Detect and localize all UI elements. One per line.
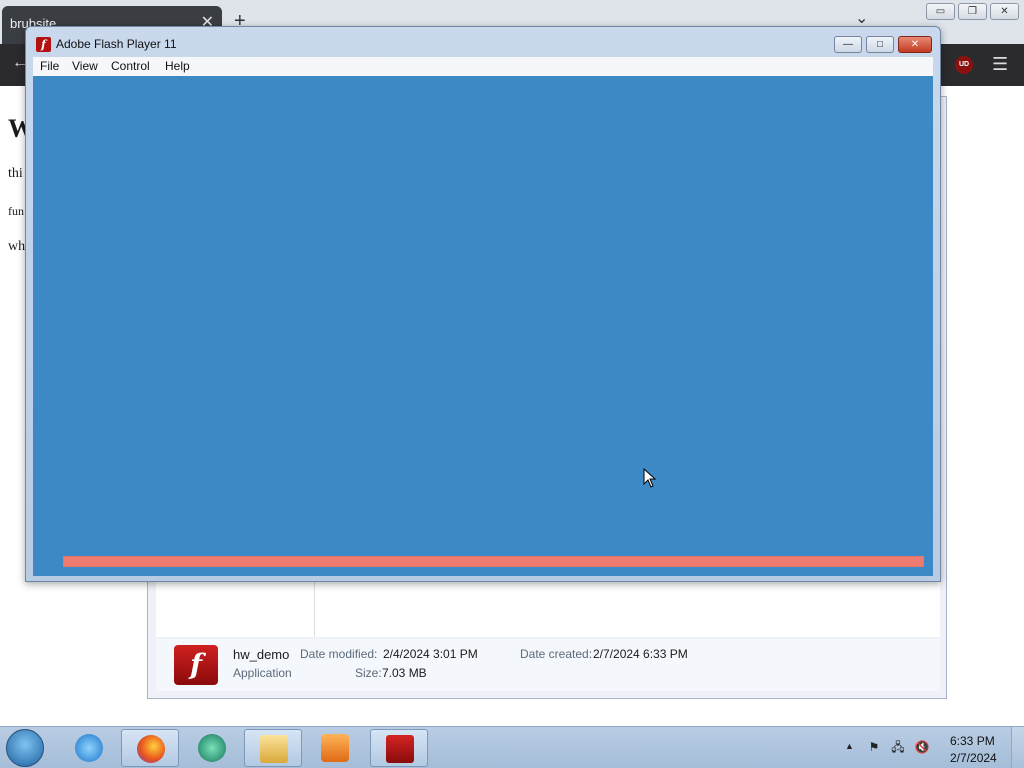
flash-app-icon: f xyxy=(36,37,51,52)
browser-restore-button[interactable]: ❐ xyxy=(958,3,987,20)
folder-icon xyxy=(260,735,288,763)
file-name: hw_demo xyxy=(233,647,290,662)
flash-stage[interactable] xyxy=(33,76,933,576)
flash-player-icon xyxy=(386,735,414,763)
loading-progress-fill xyxy=(64,557,923,566)
tab-list-icon[interactable]: ⌄ xyxy=(855,8,868,28)
flash-player-window: f Adobe Flash Player 11 — □ ✕ File View … xyxy=(25,26,941,582)
ublock-icon[interactable]: UD xyxy=(955,56,973,74)
firefox-icon xyxy=(137,735,165,763)
maximize-button[interactable]: □ xyxy=(866,36,894,53)
date-modified-label: Date modified: xyxy=(300,647,378,661)
size-label: Size: xyxy=(355,666,382,680)
menu-control[interactable]: Control xyxy=(111,59,150,73)
webpage-line: wh xyxy=(8,239,26,254)
webpage-line: thi xyxy=(8,166,23,181)
menu-view[interactable]: View xyxy=(72,59,98,73)
date-created-label: Date created: xyxy=(520,647,593,661)
show-hidden-icons-icon[interactable]: ▲ xyxy=(845,741,854,751)
close-button[interactable]: ✕ xyxy=(898,36,932,53)
start-button[interactable] xyxy=(6,729,44,767)
browser-minimize-button[interactable]: ▭ xyxy=(926,3,955,20)
taskbar-firefox[interactable] xyxy=(121,729,179,767)
explorer-pane-divider[interactable] xyxy=(314,579,315,637)
taskbar-internet-explorer[interactable] xyxy=(60,729,118,767)
flash-titlebar[interactable]: f Adobe Flash Player 11 — □ ✕ xyxy=(26,27,940,57)
minimize-button[interactable]: — xyxy=(834,36,862,53)
taskbar: ▲ ⚑ 🖧 🔇 6:33 PM 2/7/2024 xyxy=(0,726,1024,768)
menu-help[interactable]: Help xyxy=(165,59,190,73)
taskbar-explorer[interactable] xyxy=(244,729,302,767)
file-type: Application xyxy=(233,666,292,680)
taskbar-media-player[interactable] xyxy=(306,729,364,767)
explorer-file-list xyxy=(156,579,940,637)
app-icon xyxy=(198,734,226,762)
media-player-icon xyxy=(321,734,349,762)
network-icon[interactable]: 🖧 xyxy=(890,739,906,755)
taskbar-app[interactable] xyxy=(183,729,241,767)
hamburger-menu-icon[interactable]: ☰ xyxy=(992,54,1008,75)
size-value: 7.03 MB xyxy=(382,666,427,680)
date-modified-value: 2/4/2024 3:01 PM xyxy=(383,647,478,661)
taskbar-flash-player[interactable] xyxy=(370,729,428,767)
clock-time[interactable]: 6:33 PM xyxy=(950,734,995,748)
menu-file[interactable]: File xyxy=(40,59,59,73)
date-created-value: 2/7/2024 6:33 PM xyxy=(593,647,688,661)
internet-explorer-icon xyxy=(75,734,103,762)
menu-bar: File View Control Help xyxy=(33,57,933,76)
mouse-cursor-icon xyxy=(643,468,657,488)
flash-file-icon: f xyxy=(174,645,218,685)
show-desktop-button[interactable] xyxy=(1011,727,1024,768)
loading-progress-bar xyxy=(63,556,924,567)
explorer-details-pane: f hw_demo Application Date modified: 2/4… xyxy=(156,639,940,691)
window-title: Adobe Flash Player 11 xyxy=(56,37,177,51)
volume-muted-icon[interactable]: 🔇 xyxy=(914,739,930,755)
browser-close-button[interactable]: ✕ xyxy=(990,3,1019,20)
webpage-line: fun xyxy=(8,204,24,218)
action-center-flag-icon[interactable]: ⚑ xyxy=(866,739,882,755)
clock-date[interactable]: 2/7/2024 xyxy=(950,751,997,765)
